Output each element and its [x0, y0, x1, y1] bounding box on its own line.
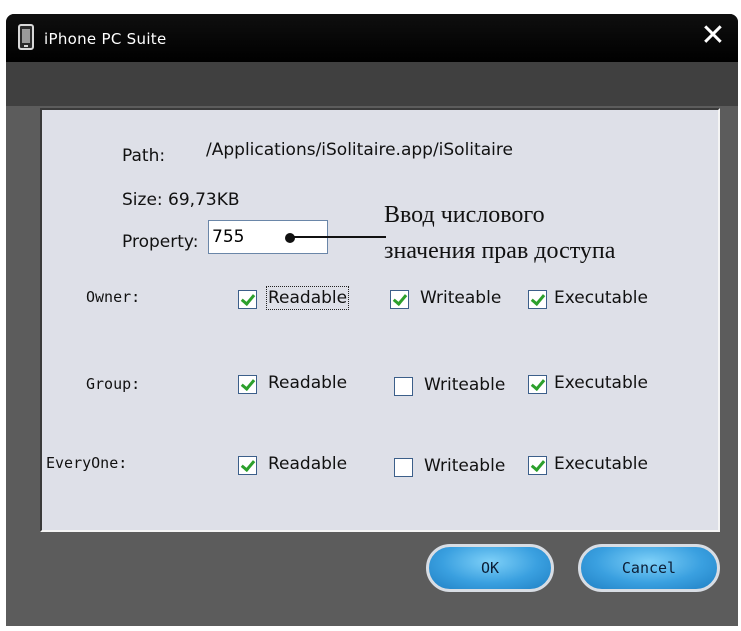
header-band: [6, 62, 738, 106]
everyone-label: EveryOne:: [46, 454, 128, 472]
everyone-writeable-label[interactable]: Writeable: [424, 456, 505, 476]
property-input[interactable]: [209, 222, 272, 252]
annotation-line-1: Ввод числового: [384, 202, 545, 228]
group-executable-checkbox[interactable]: [528, 375, 547, 394]
properties-panel: Path: /Applications/iSolitaire.app/iSoli…: [40, 108, 720, 532]
title-bar[interactable]: iPhone PC Suite ✕: [6, 14, 738, 62]
dialog-window: iPhone PC Suite ✕ Path: /Applications/iS…: [6, 14, 738, 626]
owner-executable-checkbox[interactable]: [528, 290, 547, 309]
everyone-readable-checkbox[interactable]: [238, 456, 257, 475]
group-writeable-checkbox[interactable]: [394, 377, 413, 396]
path-label: Path:: [122, 146, 166, 166]
pointer-dot: [285, 233, 295, 243]
ok-button[interactable]: OK: [426, 544, 554, 592]
owner-executable-label[interactable]: Executable: [554, 288, 648, 308]
path-value: /Applications/iSolitaire.app/iSolitaire: [206, 140, 513, 160]
owner-writeable-checkbox[interactable]: [390, 290, 409, 309]
owner-readable-label[interactable]: Readable: [265, 286, 350, 310]
pointer-line: [292, 236, 386, 238]
everyone-readable-label[interactable]: Readable: [268, 454, 347, 474]
everyone-writeable-checkbox[interactable]: [394, 458, 413, 477]
annotation-line-2: значения прав доступа: [384, 238, 616, 264]
owner-writeable-label[interactable]: Writeable: [420, 288, 501, 308]
group-readable-checkbox[interactable]: [238, 375, 257, 394]
everyone-executable-label[interactable]: Executable: [554, 454, 648, 474]
group-executable-label[interactable]: Executable: [554, 373, 648, 393]
size-text: Size: 69,73KB: [122, 190, 240, 210]
property-label: Property:: [122, 232, 199, 252]
everyone-executable-checkbox[interactable]: [528, 456, 547, 475]
owner-label: Owner:: [86, 288, 141, 306]
owner-readable-checkbox[interactable]: [238, 290, 257, 309]
phone-icon: [18, 24, 34, 50]
group-writeable-label[interactable]: Writeable: [424, 375, 505, 395]
cancel-button[interactable]: Cancel: [578, 544, 720, 592]
group-readable-label[interactable]: Readable: [268, 373, 347, 393]
group-label: Group:: [86, 375, 141, 393]
window-title: iPhone PC Suite: [44, 30, 167, 48]
close-button[interactable]: ✕: [698, 20, 728, 52]
